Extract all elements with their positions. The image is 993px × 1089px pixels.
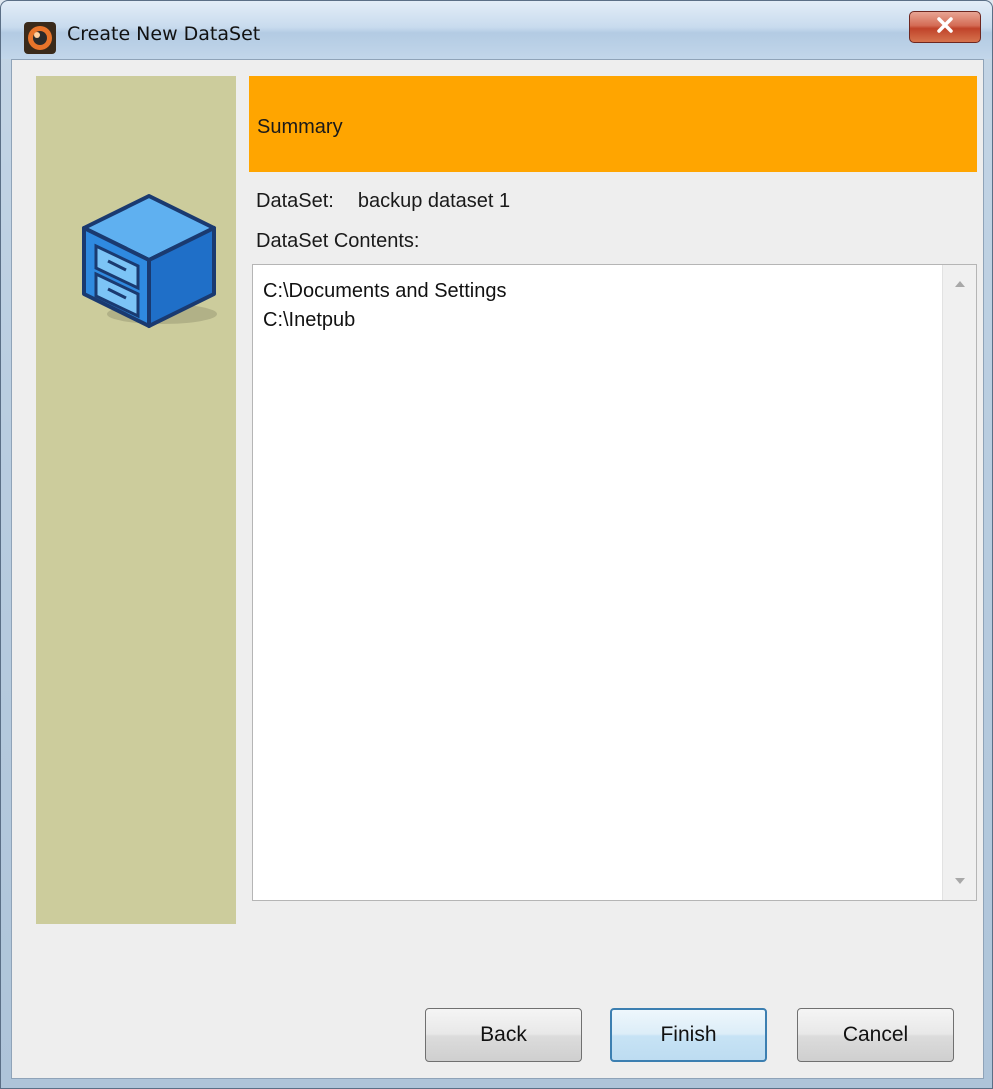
dialog-window: Create New DataSet Summary DataSet: back… (0, 0, 993, 1089)
list-item[interactable]: C:\Documents and Settings (263, 277, 506, 306)
window-title: Create New DataSet (67, 23, 261, 45)
vertical-scrollbar[interactable] (942, 265, 976, 900)
dataset-contents-label: DataSet Contents: (256, 230, 420, 252)
cancel-button[interactable]: Cancel (797, 1008, 954, 1062)
app-logo-icon (23, 21, 57, 55)
arrow-down-icon (954, 872, 966, 890)
arrow-up-icon (954, 275, 966, 293)
close-icon (934, 16, 956, 39)
dataset-contents-list[interactable]: C:\Documents and Settings C:\Inetpub (252, 264, 977, 901)
side-banner (36, 76, 236, 924)
title-bar[interactable]: Create New DataSet (1, 1, 992, 59)
close-button[interactable] (909, 11, 981, 43)
back-button[interactable]: Back (425, 1008, 582, 1062)
scroll-down-button[interactable] (943, 866, 976, 896)
dataset-label: DataSet: (256, 190, 334, 212)
file-cabinet-icon (74, 186, 224, 336)
dialog-body: Summary DataSet: backup dataset 1 DataSet… (11, 59, 984, 1079)
scroll-up-button[interactable] (943, 269, 976, 299)
summary-title: Summary (257, 116, 343, 138)
dataset-name-row: DataSet: backup dataset 1 (256, 190, 510, 213)
summary-header: Summary (249, 76, 977, 172)
finish-button[interactable]: Finish (610, 1008, 767, 1062)
list-item[interactable]: C:\Inetpub (263, 306, 506, 335)
dataset-value: backup dataset 1 (357, 190, 511, 212)
